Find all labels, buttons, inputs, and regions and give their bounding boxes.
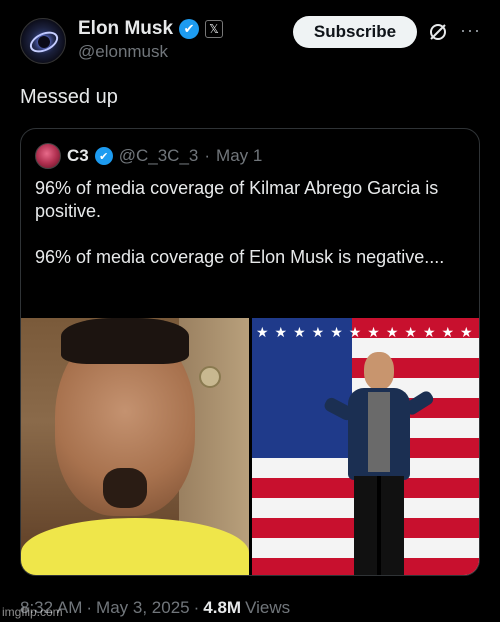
courtroom-seal-shape [199,366,221,388]
tweet-text: Messed up [20,86,118,108]
grok-icon[interactable] [428,22,448,42]
quote-paragraph-2: 96% of media coverage of Elon Musk is ne… [35,247,445,267]
quoted-tweet-card[interactable]: C3 ✔ @C_3C_3 · May 1 96% of media covera… [20,128,480,576]
person-head-shape [364,352,394,390]
quote-author-name[interactable]: C3 [67,146,89,166]
person-legs-shape [354,476,404,575]
footer-separator: · [193,598,200,617]
quote-header: C3 ✔ @C_3C_3 · May 1 [35,143,262,169]
author-display-name[interactable]: Elon Musk [78,18,173,40]
tweet-header: Elon Musk ✔ 𝕏 @elonmusk Subscribe ··· [20,14,490,68]
views-label: Views [245,598,291,617]
subscribe-button[interactable]: Subscribe [293,16,417,48]
x-badge-icon: 𝕏 [205,20,224,38]
quote-body: 96% of media coverage of Kilmar Abrego G… [35,177,465,292]
photo-man-yellow-shirt[interactable] [21,318,249,575]
quote-author-handle[interactable]: @C_3C_3 [119,146,199,166]
hair-shape [61,318,189,364]
quote-separator: · [204,146,211,165]
person-shirt-shape [368,392,390,472]
quote-verified-icon: ✔ [94,147,113,165]
more-options-icon[interactable]: ··· [460,20,481,41]
author-handle[interactable]: @elonmusk [78,42,168,62]
quote-avatar[interactable] [35,143,61,169]
footer-separator: · [86,598,93,617]
post-date[interactable]: May 3, 2025 [96,598,190,618]
verified-icon: ✔ [179,19,200,39]
quote-paragraph-1: 96% of media coverage of Kilmar Abrego G… [35,178,439,221]
views-count: 4.8M [203,598,242,617]
photo-man-flag[interactable]: ★★★★★★★★★★★★★★★★★★★★★★★★ [252,318,479,575]
quote-media: ★★★★★★★★★★★★★★★★★★★★★★★★ [21,318,479,575]
avatar-core-shape [38,36,50,48]
author-name-row: Elon Musk ✔ 𝕏 [78,18,224,40]
beard-shape [103,468,147,508]
author-avatar[interactable] [20,18,66,64]
imgflip-watermark: imgflip.com [2,605,63,619]
quote-date[interactable]: May 1 [216,146,262,166]
person-figure [322,352,442,575]
